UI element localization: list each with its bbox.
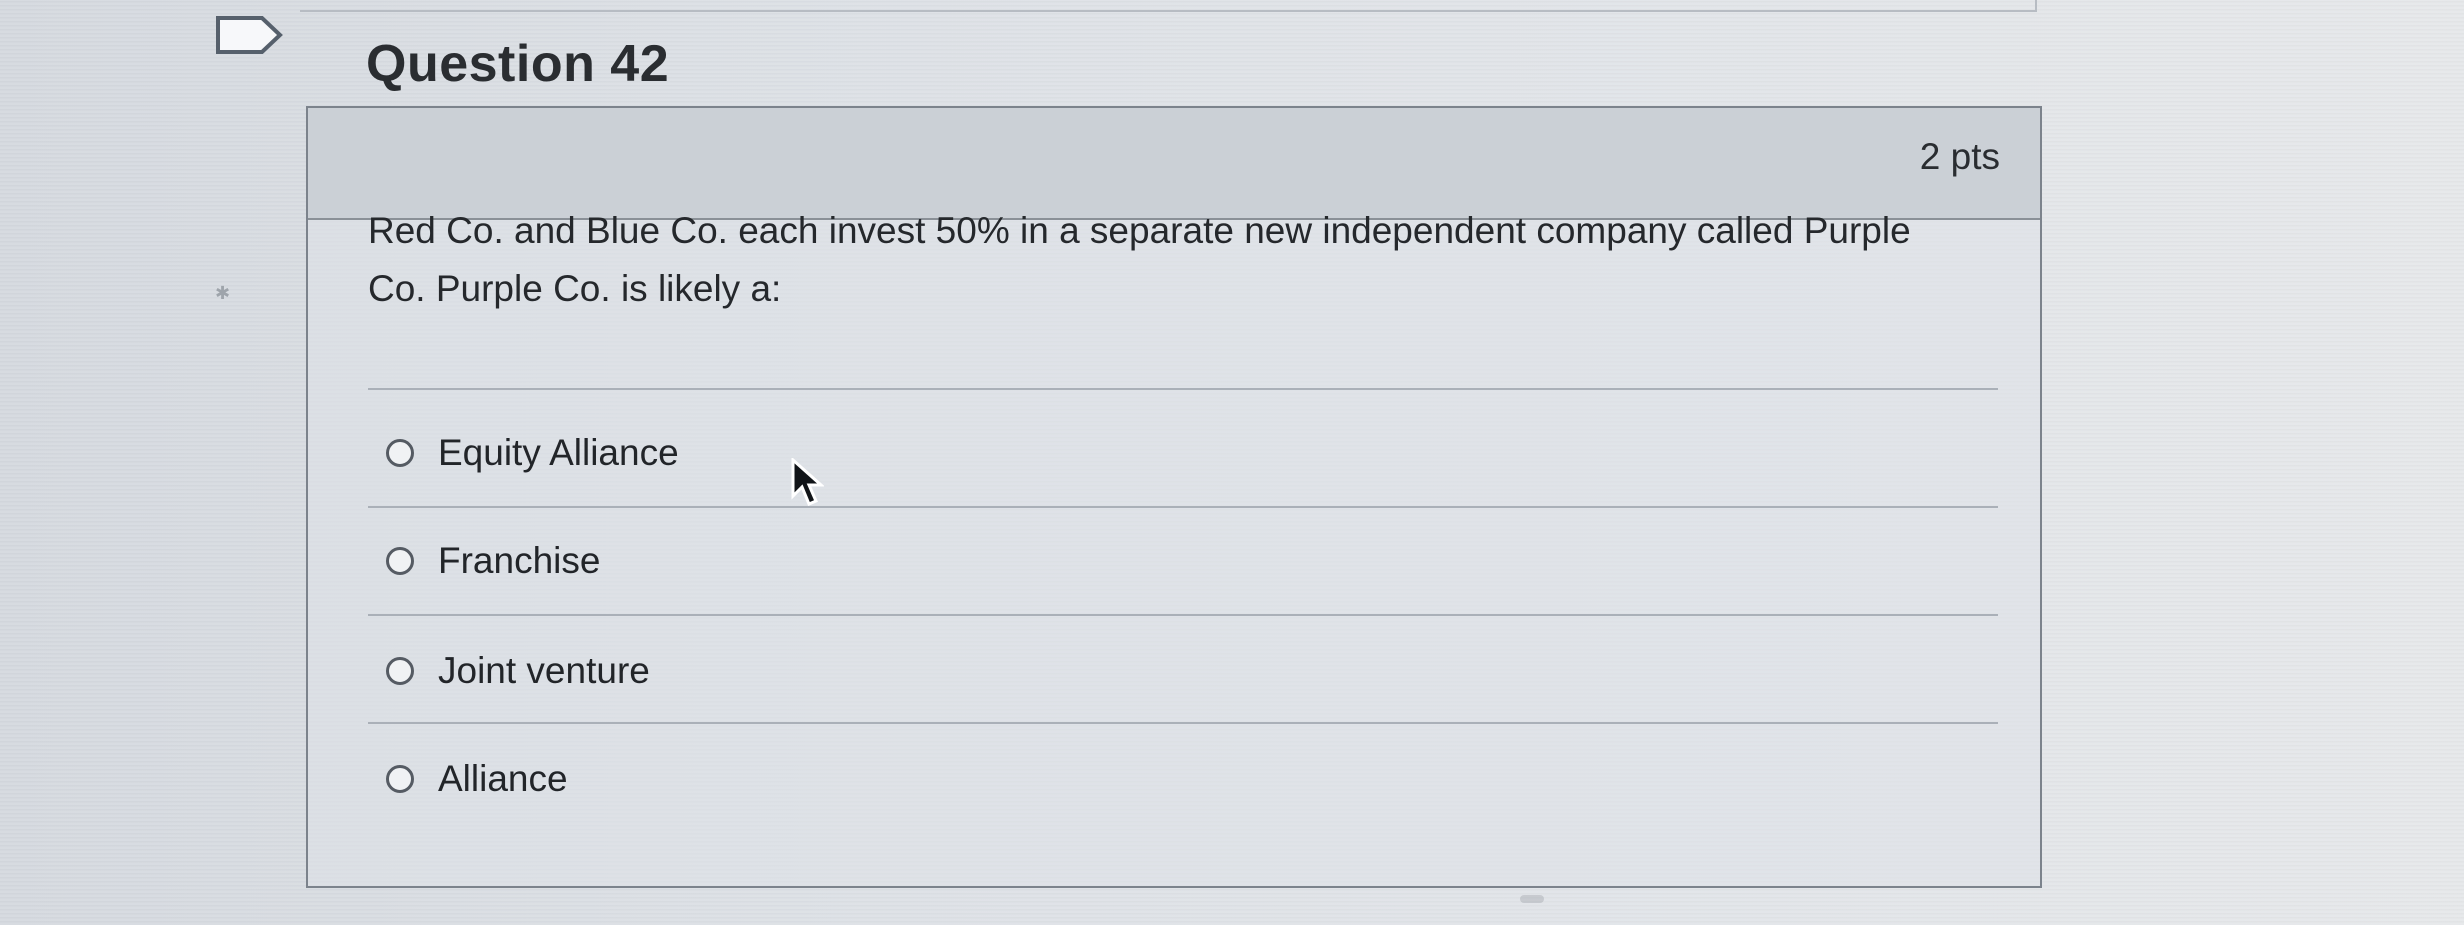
radio-button-icon[interactable] (386, 547, 414, 575)
answer-divider (368, 722, 1998, 724)
previous-question-border (300, 0, 2037, 12)
answer-label: Franchise (438, 540, 601, 581)
answer-label: Joint venture (438, 650, 650, 691)
answer-option-alliance[interactable]: Alliance (386, 750, 568, 808)
answer-option-equity-alliance[interactable]: Equity Alliance (386, 424, 679, 482)
question-title: Question 42 (366, 35, 670, 93)
radio-button-icon[interactable] (386, 657, 414, 685)
radio-button-icon[interactable] (386, 765, 414, 793)
answer-divider (368, 506, 1998, 508)
screen-speck-icon: ✱ (215, 283, 231, 303)
radio-button-icon[interactable] (386, 439, 414, 467)
question-points: 2 pts (1919, 136, 2000, 177)
mouse-pointer-icon (791, 458, 824, 506)
answer-label: Alliance (438, 758, 568, 799)
answer-divider (368, 388, 1998, 390)
answer-divider (368, 614, 1998, 616)
scroll-indicator (1520, 895, 1544, 903)
answer-option-franchise[interactable]: Franchise (386, 532, 600, 590)
bookmark-flag-icon[interactable] (214, 14, 284, 56)
answer-option-joint-venture[interactable]: Joint venture (386, 642, 650, 700)
question-prompt: Red Co. and Blue Co. each invest 50% in … (368, 210, 1911, 309)
question-card: 2 pts Red Co. and Blue Co. each invest 5… (306, 106, 2042, 888)
answer-label: Equity Alliance (438, 432, 679, 473)
